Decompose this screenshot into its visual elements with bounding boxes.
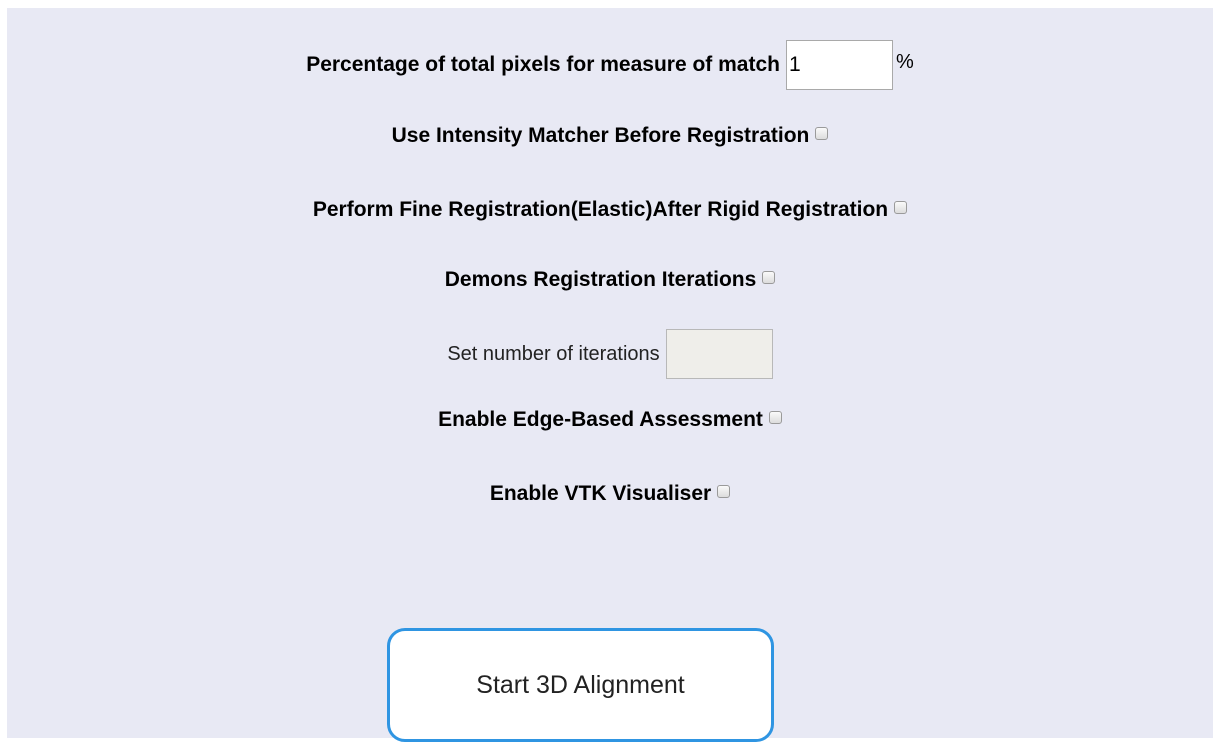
intensity-matcher-row: Use Intensity Matcher Before Registratio…: [7, 124, 1213, 148]
demons-iterations-row: Demons Registration Iterations: [7, 268, 1213, 292]
fine-registration-checkbox[interactable]: [894, 200, 908, 214]
alignment-settings-panel: Percentage of total pixels for measure o…: [7, 8, 1213, 742]
demons-iterations-checkbox[interactable]: [762, 270, 776, 284]
demons-iterations-label: Demons Registration Iterations: [444, 268, 757, 291]
iterations-count-input[interactable]: [665, 329, 773, 379]
fine-registration-label: Perform Fine Registration(Elastic)After …: [312, 198, 889, 221]
pixel-percentage-input[interactable]: [786, 40, 893, 90]
iterations-count-row: Set number of iterations: [7, 329, 1213, 379]
vtk-visualiser-checkbox[interactable]: [717, 484, 731, 498]
percent-unit-label: %: [896, 50, 914, 73]
pixel-percentage-row: Percentage of total pixels for measure o…: [7, 40, 1213, 90]
intensity-matcher-checkbox[interactable]: [815, 126, 829, 140]
vtk-visualiser-row: Enable VTK Visualiser: [7, 482, 1213, 506]
intensity-matcher-label: Use Intensity Matcher Before Registratio…: [391, 124, 810, 147]
fine-registration-row: Perform Fine Registration(Elastic)After …: [7, 198, 1213, 222]
start-3d-alignment-label: Start 3D Alignment: [476, 670, 685, 699]
start-3d-alignment-button[interactable]: Start 3D Alignment: [387, 628, 774, 742]
edge-assessment-row: Enable Edge-Based Assessment: [7, 408, 1213, 432]
vtk-visualiser-label: Enable VTK Visualiser: [489, 482, 712, 505]
pixel-percentage-label: Percentage of total pixels for measure o…: [306, 53, 780, 76]
iterations-count-label: Set number of iterations: [447, 343, 660, 365]
edge-assessment-label: Enable Edge-Based Assessment: [438, 408, 763, 431]
edge-assessment-checkbox[interactable]: [768, 410, 782, 424]
